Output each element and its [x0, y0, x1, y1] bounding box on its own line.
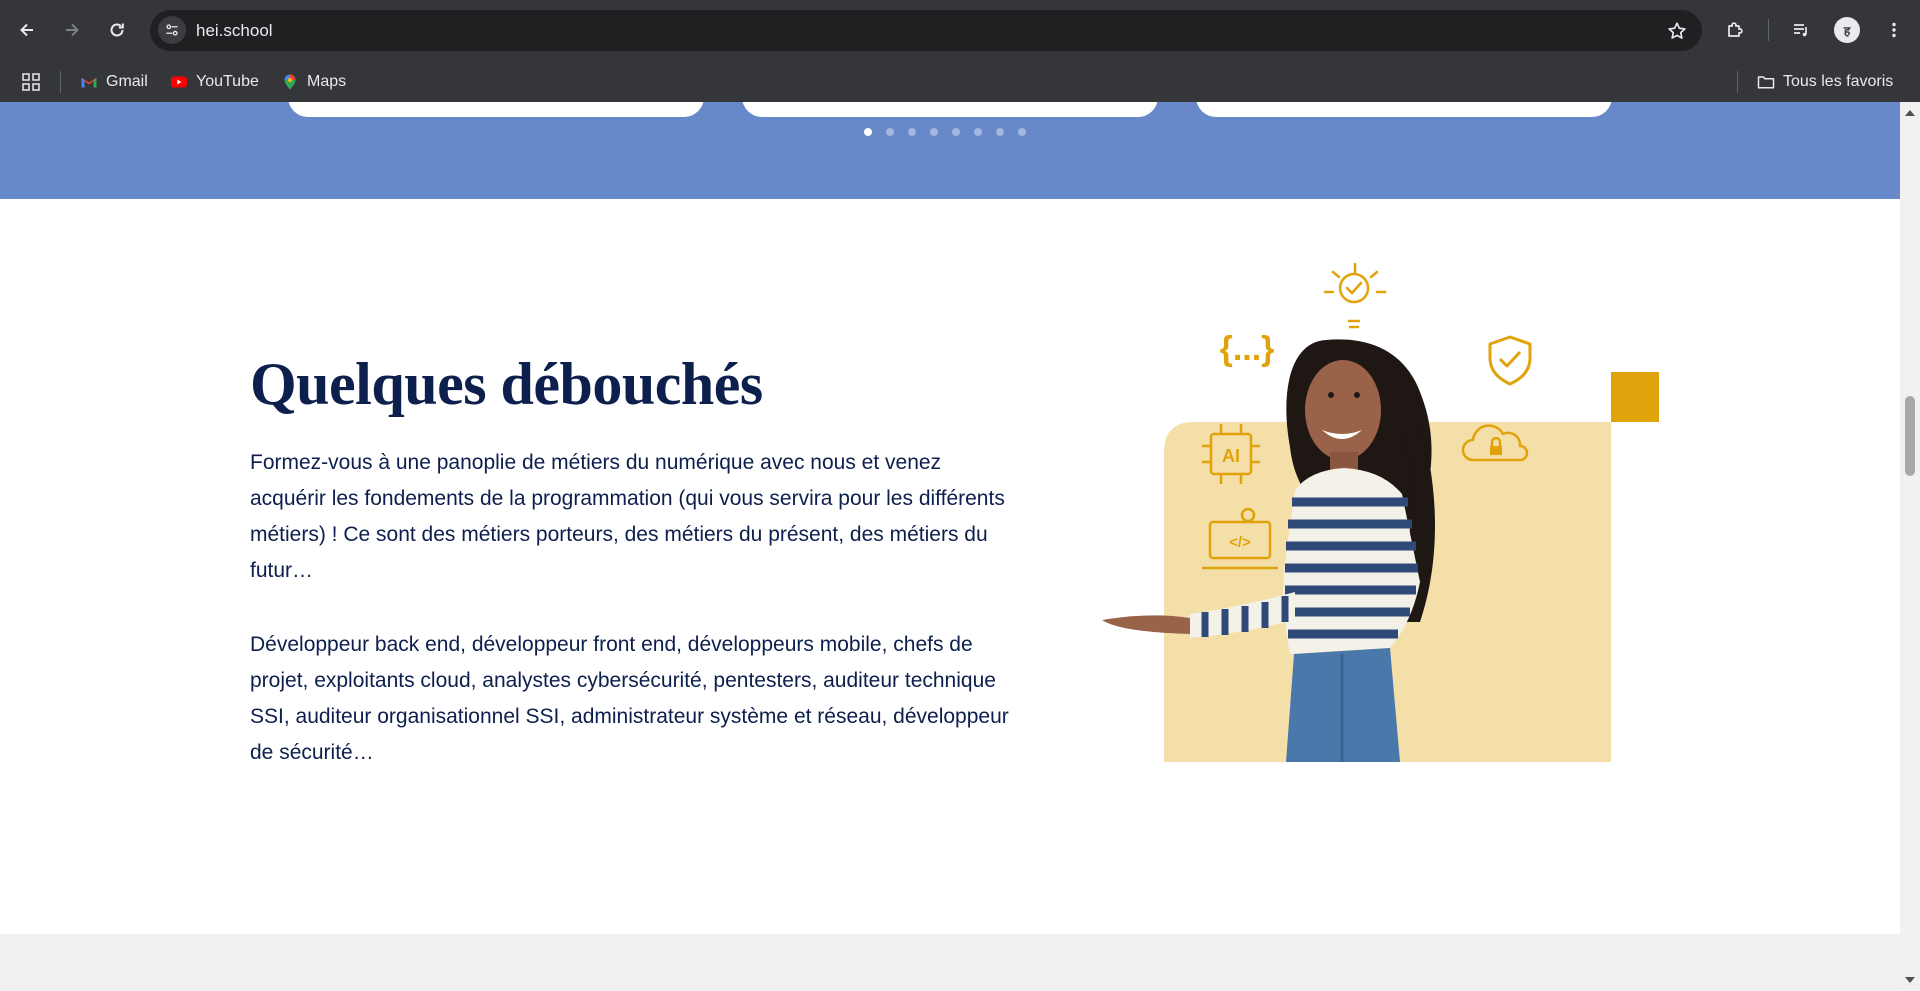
reload-button[interactable] — [99, 12, 135, 48]
gold-square-accent — [1611, 372, 1659, 422]
careers-illustration: {...} AI </> — [1102, 262, 1659, 762]
puzzle-icon — [1728, 22, 1743, 37]
back-button[interactable] — [9, 12, 45, 48]
carousel-dot[interactable] — [864, 128, 872, 136]
toolbar-divider — [1768, 19, 1769, 41]
arrow-right-icon — [66, 23, 79, 37]
maps-icon — [284, 74, 296, 90]
scrollbar-thumb[interactable] — [1905, 396, 1915, 476]
site-info-button[interactable] — [158, 16, 186, 44]
media-button[interactable] — [1783, 12, 1819, 48]
bookmark-maps-label: Maps — [307, 73, 347, 90]
carousel-card[interactable] — [1196, 102, 1612, 117]
menu-button[interactable] — [1876, 12, 1912, 48]
bookmark-maps[interactable]: Maps — [281, 70, 346, 94]
bookmark-youtube-label: YouTube — [196, 73, 259, 90]
forward-button[interactable] — [54, 12, 90, 48]
arrow-left-icon — [20, 23, 33, 37]
apps-grid-icon — [22, 73, 40, 91]
url-text[interactable]: hei.school — [196, 21, 273, 41]
queue-music-icon — [1794, 24, 1807, 37]
youtube-icon — [171, 76, 187, 88]
bookmark-youtube[interactable]: YouTube — [170, 70, 259, 94]
scroll-up-arrow-icon[interactable] — [1905, 110, 1915, 116]
svg-text:AI: AI — [1222, 446, 1240, 466]
gmail-icon — [81, 77, 97, 88]
bookmark-gmail-label: Gmail — [106, 73, 148, 90]
browser-chrome: hei.school ह Gmail YouTube Maps Tous les… — [0, 0, 1920, 102]
lightbulb-icon — [1323, 262, 1387, 329]
carousel-dots — [864, 128, 1026, 136]
page-scrollbar[interactable] — [1900, 102, 1920, 991]
apps-button[interactable] — [22, 70, 40, 94]
section-title: Quelques débouchés — [250, 351, 763, 417]
kebab-menu-icon — [1892, 22, 1896, 38]
shield-check-icon — [1488, 335, 1532, 386]
svg-text:</>: </> — [1229, 534, 1251, 551]
section-paragraph-careers: Développeur back end, développeur front … — [250, 633, 1009, 764]
carousel-dot[interactable] — [996, 128, 1004, 136]
profile-avatar[interactable]: ह — [1834, 17, 1860, 43]
carousel-dot[interactable] — [886, 128, 894, 136]
carousel-section — [0, 102, 1900, 199]
scroll-down-arrow-icon[interactable] — [1905, 977, 1915, 983]
page-viewport: Quelques débouchés Formez-vous à une pan… — [0, 102, 1900, 991]
star-icon[interactable] — [1666, 20, 1688, 42]
section-paragraph-intro: Formez-vous à une panoplie de métiers du… — [250, 451, 1005, 582]
extensions-button[interactable] — [1717, 12, 1753, 48]
tune-icon — [166, 24, 178, 36]
bookmarks-divider — [60, 71, 61, 93]
braces-icon: {...} — [1220, 330, 1275, 368]
carousel-dot[interactable] — [974, 128, 982, 136]
all-bookmarks-label: Tous les favoris — [1783, 73, 1894, 90]
bookmarks-divider-right — [1737, 71, 1738, 93]
carousel-dot[interactable] — [930, 128, 938, 136]
reload-icon — [110, 23, 124, 37]
carousel-dot[interactable] — [1018, 128, 1026, 136]
carousel-dot[interactable] — [908, 128, 916, 136]
browser-toolbar: hei.school ह — [0, 0, 1920, 61]
bookmark-gmail[interactable]: Gmail — [80, 70, 148, 94]
bookmarks-bar: Gmail YouTube Maps Tous les favoris — [0, 61, 1920, 102]
address-bar[interactable]: hei.school — [150, 10, 1702, 51]
folder-icon — [1757, 76, 1775, 89]
carousel-card[interactable] — [742, 102, 1158, 117]
next-section — [0, 934, 1900, 991]
carousel-card[interactable] — [288, 102, 704, 117]
all-bookmarks-button[interactable]: Tous les favoris — [1757, 70, 1893, 94]
carousel-dot[interactable] — [952, 128, 960, 136]
